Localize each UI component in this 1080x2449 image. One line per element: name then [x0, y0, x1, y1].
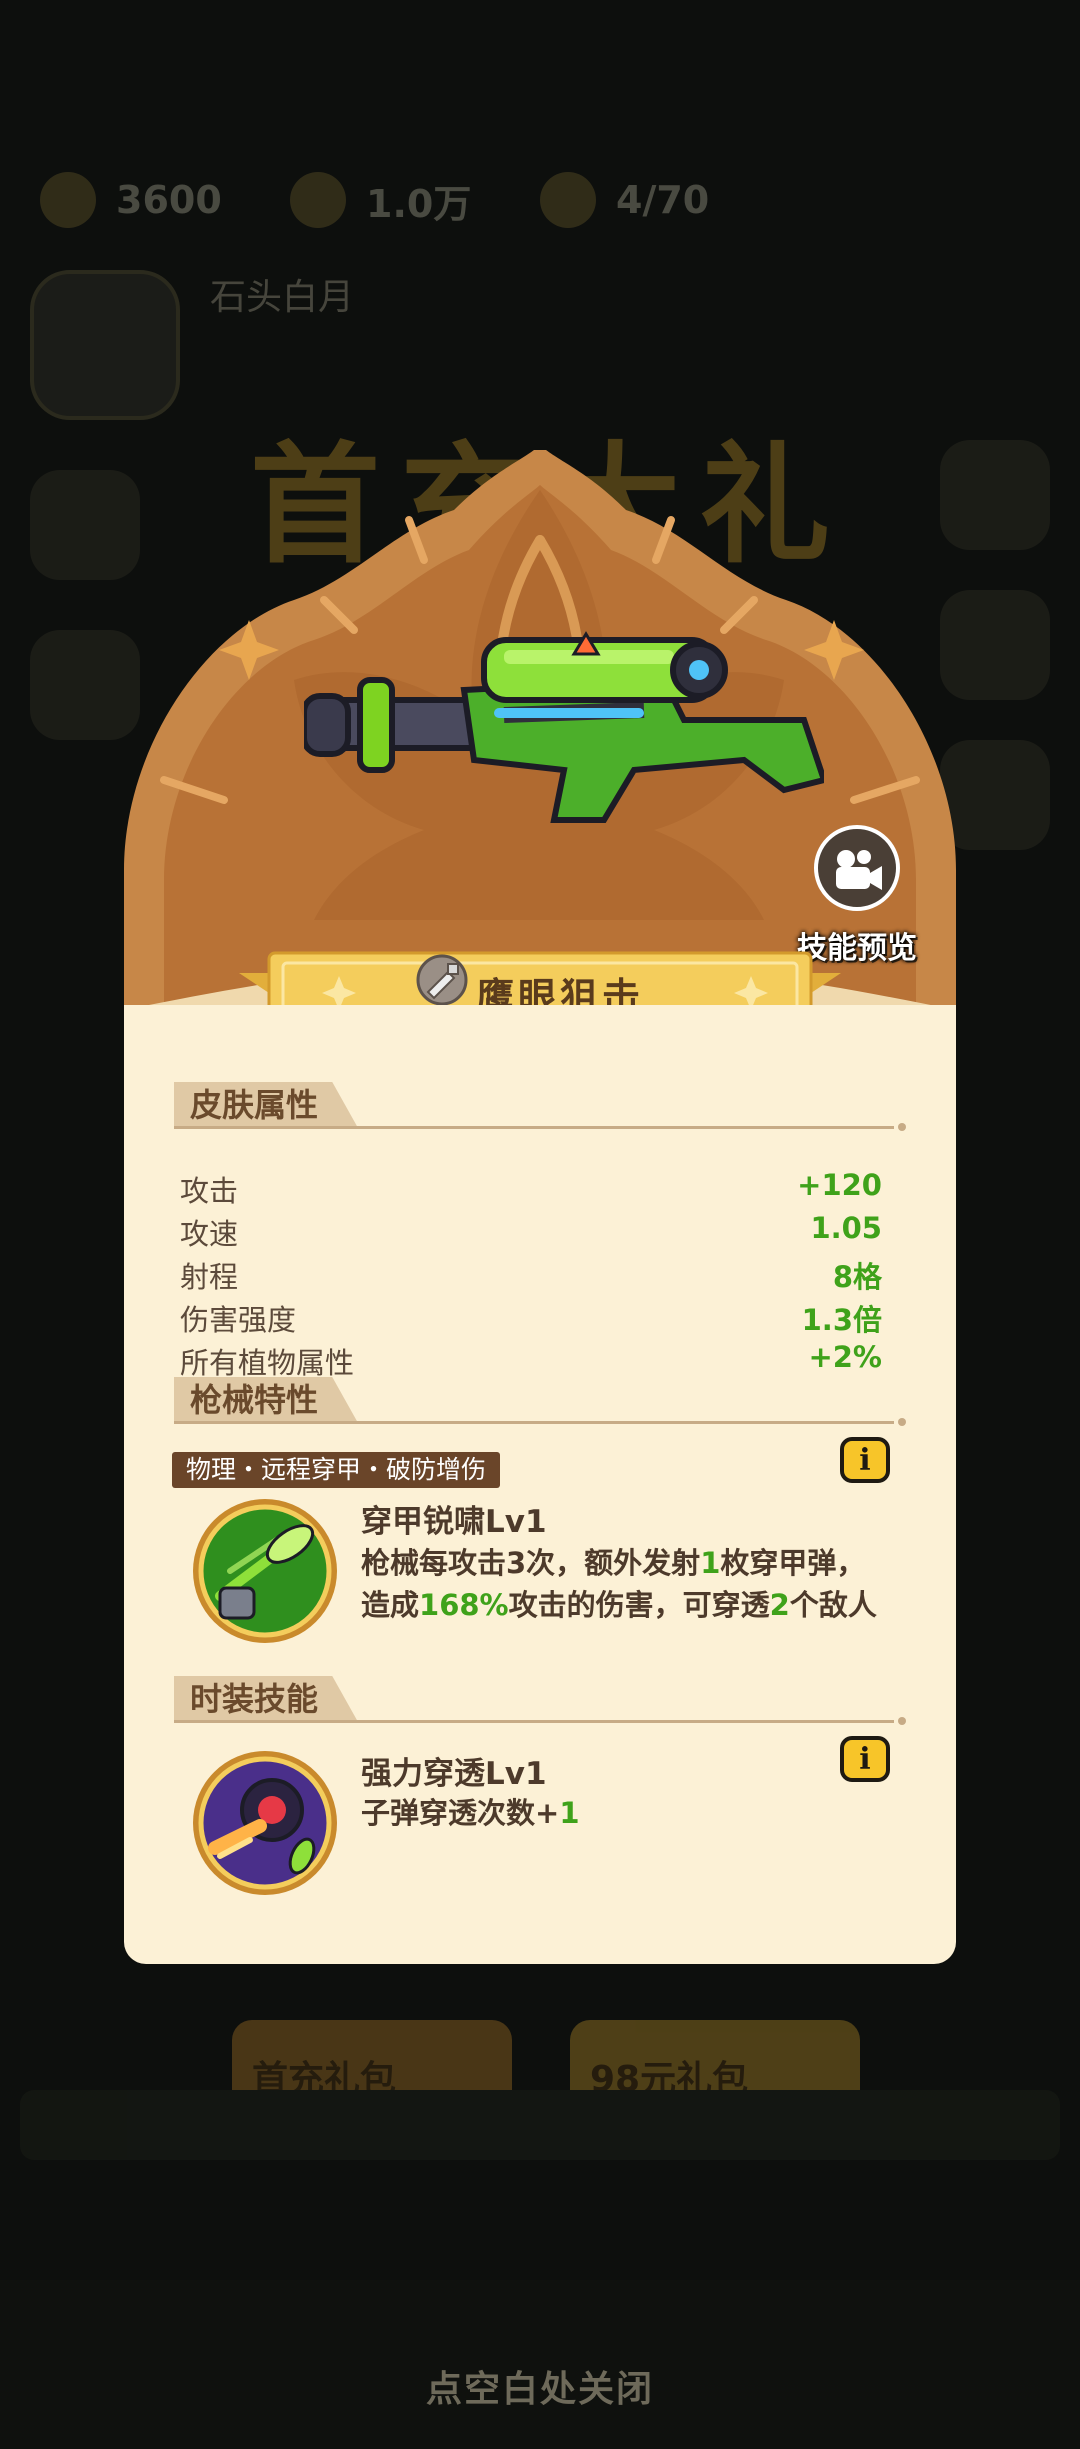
video-camera-icon — [814, 825, 900, 911]
armor-piercing-skill-icon — [193, 1499, 337, 1643]
close-hint[interactable]: 点空白处关闭 — [0, 2360, 1080, 2412]
energy-icon — [40, 172, 96, 228]
weapon-badge-icon — [416, 954, 468, 1006]
side-menu-icon — [940, 440, 1050, 550]
skin-detail-popup: 技能预览 鹰眼狙击 皮肤属性 攻击 +120 攻速 1.05 射程 8格 伤害强… — [124, 450, 956, 1964]
resource-stamina: 4/70 — [540, 165, 709, 235]
costume-skill-description: 子弹穿透次数+1 — [361, 1796, 580, 1830]
side-menu-icon — [940, 590, 1050, 700]
gun-trait-tag: 物理・远程穿甲・破防增伤 — [172, 1452, 501, 1488]
resource-bar: 3600 1.0万 4/70 — [0, 140, 1080, 260]
side-menu-icon — [940, 740, 1050, 850]
skin-attributes-header: 皮肤属性 — [174, 1082, 914, 1132]
gun-skill-description-line-1: 枪械每攻击3次，额外发射1枚穿甲弹， — [361, 1546, 866, 1580]
costume-skill-header: 时装技能 — [174, 1676, 914, 1726]
stat-row-range: 射程 8格 — [180, 1260, 882, 1294]
stat-row-attack: 攻击 +120 — [180, 1168, 882, 1208]
profile-name: 石头白月 — [210, 277, 355, 318]
message-bar — [20, 2090, 1060, 2160]
info-icon[interactable]: i — [840, 1736, 890, 1782]
resource-energy: 3600 — [40, 165, 222, 235]
stat-row-attack-speed: 攻速 1.05 — [180, 1211, 882, 1251]
coin-icon — [290, 172, 346, 228]
sniper-rifle-image — [304, 631, 824, 823]
lightning-icon — [540, 172, 596, 228]
stat-row-all-plant-attributes: 所有植物属性 +2% — [180, 1340, 882, 1380]
stat-row-damage-strength: 伤害强度 1.3倍 — [180, 1303, 882, 1337]
strong-penetration-skill-icon — [193, 1751, 337, 1895]
costume-skill-name: 强力穿透Lv1 — [361, 1756, 547, 1792]
gun-skill-name: 穿甲锐啸Lv1 — [361, 1504, 547, 1540]
gun-skill-description-line-2: 造成168%攻击的伤害，可穿透2个敌人 — [361, 1588, 877, 1622]
resource-coins: 1.0万 — [290, 165, 471, 235]
gun-traits-header: 枪械特性 — [174, 1377, 914, 1427]
avatar — [30, 270, 180, 420]
info-icon[interactable]: i — [840, 1437, 890, 1483]
